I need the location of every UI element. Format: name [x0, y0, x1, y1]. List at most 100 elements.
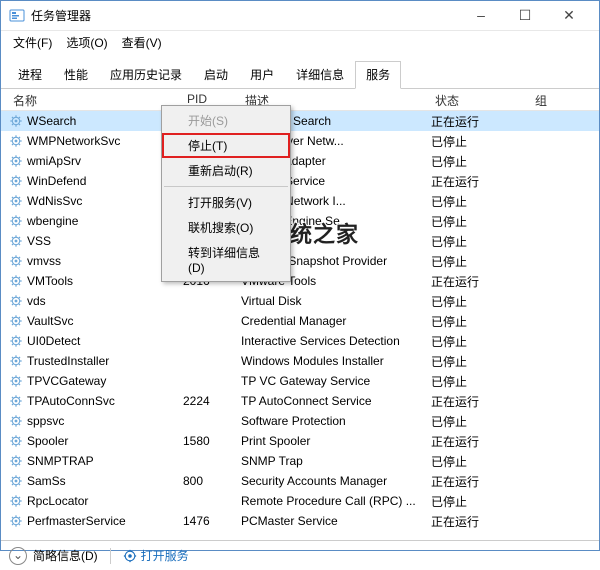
cell-status: 已停止 — [431, 133, 531, 150]
column-headers: 名称 PID 描述 状态 组 — [1, 89, 599, 111]
cell-status: 已停止 — [431, 373, 531, 390]
service-row[interactable]: VMTools2016VMware Tools正在运行 — [1, 271, 599, 291]
ctx-go-to-details[interactable]: 转到详细信息(D) — [162, 240, 290, 279]
menu-view[interactable]: 查看(V) — [116, 32, 168, 53]
gear-icon — [9, 334, 23, 348]
open-services-link[interactable]: 打开服务 — [123, 547, 189, 564]
app-icon — [9, 8, 25, 24]
cell-status: 正在运行 — [431, 273, 531, 290]
cell-desc: Interactive Services Detection — [241, 334, 431, 348]
tab-应用历史记录[interactable]: 应用历史记录 — [99, 61, 193, 88]
cell-status: 已停止 — [431, 153, 531, 170]
service-row[interactable]: TPAutoConnSvc2224TP AutoConnect Service正… — [1, 391, 599, 411]
brief-info-link[interactable]: 简略信息(D) — [33, 547, 98, 564]
gear-icon — [9, 434, 23, 448]
tab-性能[interactable]: 性能 — [53, 61, 99, 88]
cell-name: WMPNetworkSvc — [27, 134, 183, 148]
cell-name: TPAutoConnSvc — [27, 394, 183, 408]
service-row[interactable]: wbengineBackup Engine Se...已停止 — [1, 211, 599, 231]
maximize-button[interactable]: ☐ — [503, 2, 547, 30]
cell-desc: Remote Procedure Call (RPC) ... — [241, 494, 431, 508]
service-row[interactable]: RpcLocator Remote Procedure Call (RPC) ..… — [1, 491, 599, 511]
gear-icon — [9, 514, 23, 528]
gear-icon — [9, 374, 23, 388]
ctx-restart[interactable]: 重新启动(R) — [162, 158, 290, 183]
menu-file[interactable]: 文件(F) — [7, 32, 58, 53]
ctx-start[interactable]: 开始(S) — [162, 108, 290, 133]
service-row[interactable]: WMPNetworkSvcledia Player Netw...已停止 — [1, 131, 599, 151]
separator — [110, 548, 111, 564]
service-row[interactable]: SNMPTRAPSNMP Trap已停止 — [1, 451, 599, 471]
tab-详细信息[interactable]: 详细信息 — [285, 61, 355, 88]
service-row[interactable]: wmiApSrvrmance Adapter已停止 — [1, 151, 599, 171]
cell-desc: TP AutoConnect Service — [241, 394, 431, 408]
cell-name: TPVCGateway — [27, 374, 183, 388]
cell-status: 正在运行 — [431, 173, 531, 190]
ctx-search-online[interactable]: 联机搜索(O) — [162, 215, 290, 240]
service-row[interactable]: TrustedInstallerWindows Modules Installe… — [1, 351, 599, 371]
service-row[interactable]: PerfmasterService1476PCMaster Service正在运… — [1, 511, 599, 531]
tab-服务[interactable]: 服务 — [355, 61, 401, 89]
service-row[interactable]: vdsVirtual Disk已停止 — [1, 291, 599, 311]
menu-bar: 文件(F) 选项(O) 查看(V) — [1, 31, 599, 53]
tab-启动[interactable]: 启动 — [193, 61, 239, 88]
cell-name: WdNisSvc — [27, 194, 183, 208]
cell-name: WSearch — [27, 114, 183, 128]
tab-strip: 进程性能应用历史记录启动用户详细信息服务 — [1, 57, 599, 89]
cell-desc: Software Protection — [241, 414, 431, 428]
tab-用户[interactable]: 用户 — [239, 61, 285, 88]
cell-name: sppsvc — [27, 414, 183, 428]
tab-进程[interactable]: 进程 — [7, 61, 53, 88]
service-row[interactable]: sppsvc Software Protection已停止 — [1, 411, 599, 431]
gear-icon — [9, 494, 23, 508]
col-name[interactable]: 名称 — [9, 89, 183, 110]
gear-icon — [9, 114, 23, 128]
gear-icon — [9, 454, 23, 468]
gear-icon — [9, 154, 23, 168]
gear-icon — [9, 194, 23, 208]
service-row[interactable]: VSSy已停止 — [1, 231, 599, 251]
service-row[interactable]: SamSs800Security Accounts Manager正在运行 — [1, 471, 599, 491]
ctx-open-services[interactable]: 打开服务(V) — [162, 190, 290, 215]
service-row[interactable]: UI0DetectInteractive Services Detection已… — [1, 331, 599, 351]
service-list[interactable]: WSearch3904Windows Search正在运行WMPNetworkS… — [1, 111, 599, 531]
gear-icon — [9, 254, 23, 268]
service-row[interactable]: WSearch3904Windows Search正在运行 — [1, 111, 599, 131]
collapse-button[interactable]: ⌄ — [9, 547, 27, 565]
cell-status: 已停止 — [431, 413, 531, 430]
cell-status: 已停止 — [431, 493, 531, 510]
close-button[interactable]: ✕ — [547, 2, 591, 30]
gear-icon — [9, 234, 23, 248]
cell-status: 正在运行 — [431, 513, 531, 530]
service-row[interactable]: VaultSvcCredential Manager已停止 — [1, 311, 599, 331]
service-row[interactable]: TPVCGatewayTP VC Gateway Service已停止 — [1, 371, 599, 391]
gear-icon — [9, 354, 23, 368]
cell-name: VMTools — [27, 274, 183, 288]
cell-name: WinDefend — [27, 174, 183, 188]
ctx-stop[interactable]: 停止(T) — [162, 133, 290, 158]
cell-name: PerfmasterService — [27, 514, 183, 528]
title-bar: 任务管理器 – ☐ ✕ — [1, 1, 599, 31]
gear-icon — [9, 414, 23, 428]
cell-desc: Virtual Disk — [241, 294, 431, 308]
menu-options[interactable]: 选项(O) — [60, 32, 113, 53]
service-row[interactable]: WinDefendefender Service正在运行 — [1, 171, 599, 191]
cell-pid: 1476 — [183, 514, 241, 528]
cell-status: 已停止 — [431, 293, 531, 310]
cell-pid: 800 — [183, 474, 241, 488]
window-title: 任务管理器 — [31, 7, 459, 24]
cell-status: 已停止 — [431, 333, 531, 350]
cell-name: VaultSvc — [27, 314, 183, 328]
cell-status: 正在运行 — [431, 113, 531, 130]
cell-desc: Windows Modules Installer — [241, 354, 431, 368]
col-status[interactable]: 状态 — [431, 89, 531, 110]
cell-name: RpcLocator — [27, 494, 183, 508]
minimize-button[interactable]: – — [459, 2, 503, 30]
service-row[interactable]: vmvssVMware Snapshot Provider已停止 — [1, 251, 599, 271]
cell-desc: Credential Manager — [241, 314, 431, 328]
service-row[interactable]: WdNisSvcefender Network I...已停止 — [1, 191, 599, 211]
service-row[interactable]: Spooler1580Print Spooler正在运行 — [1, 431, 599, 451]
cell-status: 已停止 — [431, 193, 531, 210]
col-group[interactable]: 组 — [531, 89, 587, 110]
cell-status: 正在运行 — [431, 473, 531, 490]
